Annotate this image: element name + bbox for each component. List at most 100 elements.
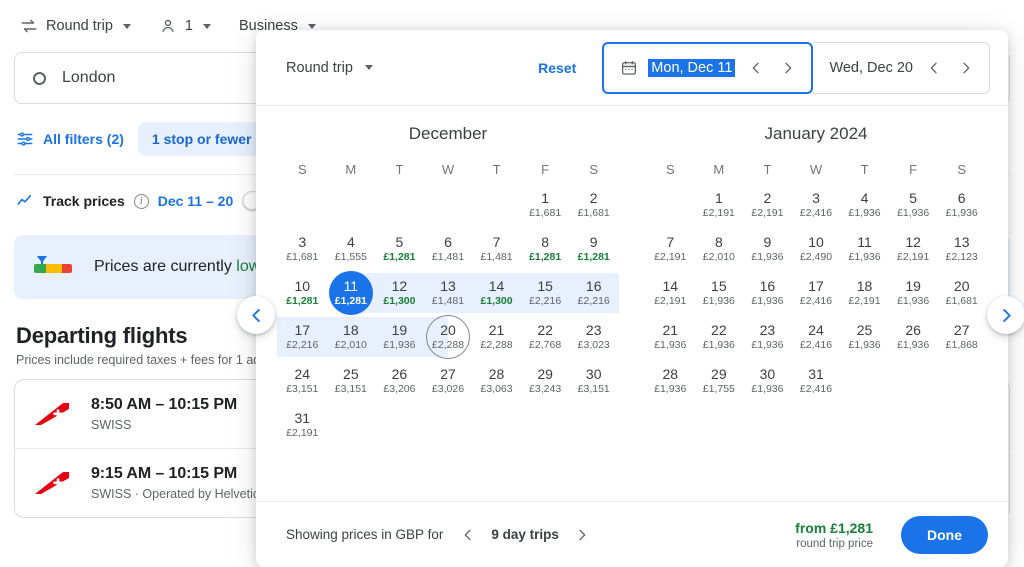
- all-filters-button[interactable]: All filters (2): [16, 130, 124, 148]
- day-cell-inner[interactable]: 27 £1,868: [940, 315, 984, 359]
- day-cell-inner[interactable]: 26 £1,936: [891, 315, 935, 359]
- day-cell-inner[interactable]: 2 £2,191: [745, 183, 789, 227]
- day-cell-inner[interactable]: 14 £2,191: [648, 271, 692, 315]
- trip-length-prev-button[interactable]: [457, 524, 479, 546]
- day-cell-inner[interactable]: 2 £1,681: [572, 183, 616, 227]
- day-cell[interactable]: 3 £2,416: [792, 183, 841, 227]
- day-cell[interactable]: 21 £2,288: [472, 315, 521, 359]
- return-date-field[interactable]: Wed, Dec 20: [813, 41, 990, 94]
- day-cell-inner[interactable]: 13 £1,481: [426, 271, 470, 315]
- day-cell[interactable]: 26 £1,936: [889, 315, 938, 359]
- day-cell[interactable]: 31 £2,191: [278, 403, 327, 447]
- day-cell[interactable]: 12 £1,300: [374, 271, 425, 315]
- day-cell-inner[interactable]: 23 £1,936: [745, 315, 789, 359]
- day-cell[interactable]: 15 £1,936: [695, 271, 744, 315]
- day-cell-inner[interactable]: 4 £1,936: [843, 183, 887, 227]
- day-cell[interactable]: 22 £1,936: [695, 315, 744, 359]
- day-cell-inner[interactable]: 11 £1,936: [843, 227, 887, 271]
- passenger-selector[interactable]: 1: [155, 14, 215, 38]
- day-cell[interactable]: 25 £3,151: [327, 359, 376, 403]
- day-cell-inner[interactable]: 8 £1,281: [523, 227, 567, 271]
- day-cell[interactable]: 28 £3,063: [472, 359, 521, 403]
- departure-date-field[interactable]: Mon, Dec 11: [602, 41, 814, 94]
- day-cell[interactable]: 1 £1,681: [521, 183, 570, 227]
- day-cell-inner[interactable]: 28 £1,936: [648, 359, 692, 403]
- day-cell[interactable]: 4 £1,555: [327, 227, 376, 271]
- departure-next-day-button[interactable]: [777, 57, 799, 79]
- day-cell[interactable]: 30 £1,936: [743, 359, 792, 403]
- day-cell-inner[interactable]: 20 £1,681: [940, 271, 984, 315]
- day-cell[interactable]: 18 £2,191: [840, 271, 889, 315]
- day-cell[interactable]: 5 £1,281: [375, 227, 424, 271]
- day-cell-inner[interactable]: 5 £1,281: [377, 227, 421, 271]
- day-cell-inner[interactable]: 15 £2,216: [523, 271, 567, 315]
- next-month-button[interactable]: [987, 296, 1024, 334]
- day-cell-inner[interactable]: 12 £1,300: [377, 271, 421, 315]
- done-button[interactable]: Done: [901, 515, 988, 554]
- day-cell[interactable]: 2 £1,681: [569, 183, 618, 227]
- day-cell[interactable]: 1 £2,191: [695, 183, 744, 227]
- day-cell-inner[interactable]: 31 £2,191: [280, 403, 324, 447]
- day-cell-inner[interactable]: 23 £3,023: [572, 315, 616, 359]
- day-cell-inner[interactable]: 6 £1,481: [426, 227, 470, 271]
- day-cell-inner[interactable]: 3 £1,681: [280, 227, 324, 271]
- trip-type-selector[interactable]: Round trip: [16, 14, 135, 38]
- day-cell-inner[interactable]: 13 £2,123: [940, 227, 984, 271]
- day-cell-inner[interactable]: 25 £1,936: [843, 315, 887, 359]
- day-cell-inner[interactable]: 7 £1,481: [475, 227, 519, 271]
- day-cell-inner[interactable]: 29 £1,755: [697, 359, 741, 403]
- day-cell-inner[interactable]: 22 £2,768: [523, 315, 567, 359]
- day-cell[interactable]: 15 £2,216: [519, 271, 570, 315]
- day-cell-inner[interactable]: 9 £1,281: [572, 227, 616, 271]
- day-cell-inner[interactable]: 5 £1,936: [891, 183, 935, 227]
- day-cell[interactable]: 29 £3,243: [521, 359, 570, 403]
- day-cell[interactable]: 10 £2,490: [792, 227, 841, 271]
- day-cell[interactable]: 30 £3,151: [569, 359, 618, 403]
- day-cell[interactable]: 5 £1,936: [889, 183, 938, 227]
- departure-prev-day-button[interactable]: [745, 57, 767, 79]
- day-cell[interactable]: 19 £1,936: [374, 315, 425, 359]
- return-prev-day-button[interactable]: [923, 57, 945, 79]
- day-cell-inner[interactable]: 12 £2,191: [891, 227, 935, 271]
- day-cell-inner[interactable]: 21 £1,936: [648, 315, 692, 359]
- day-cell-inner[interactable]: 26 £3,206: [377, 359, 421, 403]
- day-cell-inner[interactable]: 19 £1,936: [377, 315, 421, 359]
- day-cell[interactable]: 27 £1,868: [937, 315, 986, 359]
- day-cell[interactable]: 19 £1,936: [889, 271, 938, 315]
- day-cell-inner[interactable]: 20 £2,288: [425, 315, 470, 359]
- day-cell[interactable]: 8 £2,010: [695, 227, 744, 271]
- day-cell-inner[interactable]: 28 £3,063: [475, 359, 519, 403]
- day-cell-inner[interactable]: 16 £2,216: [572, 271, 616, 315]
- day-cell-inner[interactable]: 25 £3,151: [329, 359, 373, 403]
- day-cell[interactable]: 24 £2,416: [792, 315, 841, 359]
- day-cell[interactable]: 7 £1,481: [472, 227, 521, 271]
- day-cell-inner[interactable]: 1 £2,191: [697, 183, 741, 227]
- day-cell[interactable]: 14 £1,300: [471, 271, 522, 315]
- day-cell-inner[interactable]: 10 £1,281: [280, 271, 324, 315]
- day-cell[interactable]: 16 £2,216: [568, 271, 619, 315]
- day-cell-inner[interactable]: 18 £2,010: [329, 315, 373, 359]
- day-cell-inner[interactable]: 15 £1,936: [697, 271, 741, 315]
- return-next-day-button[interactable]: [955, 57, 977, 79]
- day-cell[interactable]: 10 £1,281: [278, 271, 327, 315]
- day-cell-inner[interactable]: 1 £1,681: [523, 183, 567, 227]
- info-icon[interactable]: i: [133, 193, 149, 209]
- day-cell-inner[interactable]: 11 £1,281: [328, 271, 373, 315]
- day-cell-inner[interactable]: 31 £2,416: [794, 359, 838, 403]
- day-cell[interactable]: 23 £3,023: [569, 315, 618, 359]
- day-cell[interactable]: 31 £2,416: [792, 359, 841, 403]
- day-cell[interactable]: 21 £1,936: [646, 315, 695, 359]
- day-cell-inner[interactable]: 27 £3,026: [426, 359, 470, 403]
- day-cell[interactable]: 13 £1,481: [422, 271, 473, 315]
- day-cell-inner[interactable]: 9 £1,936: [745, 227, 789, 271]
- reset-button[interactable]: Reset: [538, 60, 576, 76]
- day-cell[interactable]: 14 £2,191: [646, 271, 695, 315]
- day-cell-inner[interactable]: 24 £2,416: [794, 315, 838, 359]
- day-cell[interactable]: 20 £2,288: [422, 315, 473, 359]
- day-cell-inner[interactable]: 18 £2,191: [843, 271, 887, 315]
- day-cell-inner[interactable]: 21 £2,288: [475, 315, 519, 359]
- day-cell-inner[interactable]: 16 £1,936: [745, 271, 789, 315]
- day-cell[interactable]: 4 £1,936: [840, 183, 889, 227]
- day-cell-inner[interactable]: 6 £1,936: [940, 183, 984, 227]
- day-cell-inner[interactable]: 8 £2,010: [697, 227, 741, 271]
